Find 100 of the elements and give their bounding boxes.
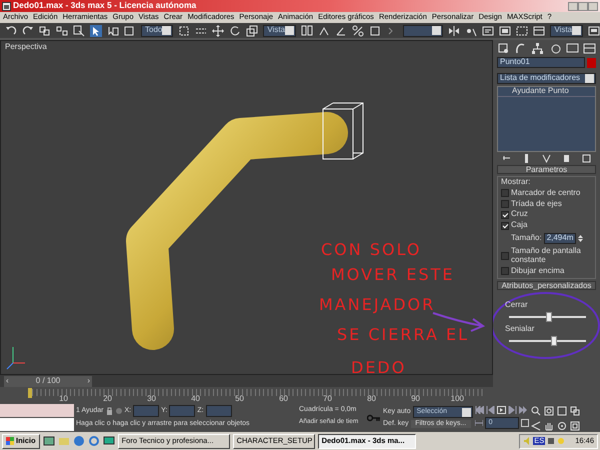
axis-tripod-icon: [6, 346, 26, 370]
utilities-tab-icon[interactable]: [582, 42, 596, 55]
monitor-icon[interactable]: [102, 435, 115, 447]
spinner-snap-icon[interactable]: [369, 24, 381, 36]
field-of-view-icon[interactable]: [530, 420, 541, 430]
time-marker[interactable]: [28, 388, 32, 398]
crossing-icon[interactable]: [178, 24, 190, 36]
mirror-icon[interactable]: [448, 24, 460, 36]
lock-icon[interactable]: [106, 407, 113, 415]
minimize-button[interactable]: [568, 2, 578, 10]
create-tab-icon[interactable]: [497, 42, 510, 55]
viewport-label: Perspectiva: [5, 43, 47, 52]
object-name-field[interactable]: Punto01: [497, 57, 585, 68]
bind-icon[interactable]: [73, 24, 85, 36]
stack-item[interactable]: Ayudante Punto: [498, 87, 595, 97]
slider-label: Cerrar: [505, 300, 528, 310]
checkbox-label: Cruz: [511, 210, 528, 220]
pin-stack-icon[interactable]: [502, 154, 512, 163]
checkbox[interactable]: [501, 210, 509, 219]
region-icon[interactable]: [124, 24, 136, 36]
ruler-tick-label: 90: [410, 395, 420, 404]
coordinate-system-dropdown[interactable]: Vista: [263, 24, 296, 36]
key-mode-toggle-icon[interactable]: [474, 420, 483, 426]
ruler-tick-label: 20: [102, 395, 112, 404]
arc-rotate-icon[interactable]: [556, 420, 567, 430]
unlink-icon[interactable]: [56, 24, 68, 36]
close-button[interactable]: [588, 2, 598, 10]
z-coordinate-field[interactable]: [206, 405, 232, 417]
checkbox-label: Marcador de centro: [511, 188, 580, 198]
custom-attributes-rollout-header[interactable]: Atributos_personalizados: [497, 281, 596, 290]
select-by-name-icon[interactable]: [107, 24, 119, 36]
ruler-tick-label: 40: [190, 395, 200, 404]
windows-logo-icon: [6, 437, 14, 445]
display-tab-icon[interactable]: [566, 42, 579, 55]
checkbox[interactable]: [501, 222, 509, 230]
ruler-tick-label: 60: [278, 395, 288, 404]
undo-icon[interactable]: [5, 24, 17, 36]
checkbox[interactable]: [501, 200, 509, 208]
handwritten-note: MOVER ESTE: [331, 266, 455, 284]
snap-icon[interactable]: [318, 24, 330, 36]
slider-thumb[interactable]: [550, 336, 557, 346]
checkbox-label: Tamaño de pantalla constante: [511, 246, 582, 265]
play-icon[interactable]: [496, 406, 506, 414]
handwritten-note: CON SOLO: [321, 241, 422, 259]
move-icon[interactable]: [212, 24, 224, 36]
render-view-dropdown[interactable]: Vista: [550, 24, 583, 36]
zoom-icon[interactable]: [530, 406, 541, 416]
y-coordinate-field[interactable]: [169, 405, 196, 417]
schematic-icon[interactable]: [499, 24, 512, 36]
maximize-viewport-icon[interactable]: [570, 420, 580, 430]
motion-tab-icon[interactable]: [548, 42, 562, 55]
restore-button[interactable]: [578, 2, 588, 10]
checkbox[interactable]: [501, 189, 509, 198]
time-slider-thumb[interactable]: ‹ 0 / 100 ›: [4, 376, 92, 386]
window-title: Dedo01.max - 3ds max 5 - Licencia autónoma: [13, 1, 196, 11]
pan-hand-icon[interactable]: [544, 420, 554, 430]
desktop-icon[interactable]: [42, 435, 55, 447]
browser-globe-icon[interactable]: [72, 435, 85, 447]
checkbox[interactable]: [501, 252, 509, 260]
slider-thumb[interactable]: [546, 312, 552, 322]
app-icon: [2, 2, 11, 10]
box-gizmo-drawing[interactable]: [322, 102, 364, 160]
checkbox[interactable]: [501, 266, 509, 275]
size-field[interactable]: 2,494m: [544, 232, 576, 244]
handwritten-note: MANEJADOR: [319, 296, 436, 314]
zoom-extents-icon[interactable]: [556, 406, 567, 416]
slider-label: Senialar: [505, 324, 534, 334]
link-icon[interactable]: [39, 24, 51, 36]
maxscript-output-field[interactable]: [0, 418, 74, 431]
previous-frame-icon[interactable]: [486, 406, 495, 414]
next-frame-icon[interactable]: [508, 406, 517, 414]
rotate-icon[interactable]: [229, 24, 242, 36]
select-arrow-icon[interactable]: [90, 24, 102, 36]
pivot-icon[interactable]: [301, 24, 313, 36]
track-view-icon[interactable]: [482, 24, 494, 36]
scale-icon[interactable]: [246, 24, 258, 36]
configure-sets-icon[interactable]: [582, 154, 591, 163]
go-to-start-icon[interactable]: [474, 406, 484, 414]
go-to-end-icon[interactable]: [518, 406, 528, 414]
time-configuration-icon[interactable]: [520, 419, 529, 427]
handwritten-note: DEDO: [351, 359, 406, 377]
grid-icon[interactable]: [516, 24, 528, 36]
selection-filter-dropdown[interactable]: Todo: [141, 24, 174, 36]
object-color-swatch[interactable]: [587, 58, 596, 68]
zoom-all-icon[interactable]: [544, 406, 554, 416]
maxscript-listener-field[interactable]: [0, 404, 74, 417]
network-icon[interactable]: [547, 437, 556, 445]
percent-snap-icon[interactable]: [352, 24, 364, 36]
modifier-list-dropdown[interactable]: Lista de modificadores: [497, 73, 596, 84]
zoom-extents-all-icon[interactable]: [570, 406, 580, 416]
render-scene-icon[interactable]: [533, 24, 546, 36]
redo-icon[interactable]: [22, 24, 34, 36]
checkbox-label: Caja: [511, 221, 528, 230]
quick-render-icon[interactable]: [588, 24, 600, 36]
parameters-rollout-header[interactable]: Parametros: [497, 165, 596, 174]
make-unique-icon[interactable]: [542, 154, 551, 163]
checkbox-label: Tríada de ejes: [511, 200, 562, 208]
remove-modifier-icon[interactable]: [562, 154, 571, 163]
hierarchy-tab-icon[interactable]: [531, 42, 544, 55]
x-coordinate-field[interactable]: [133, 405, 160, 417]
